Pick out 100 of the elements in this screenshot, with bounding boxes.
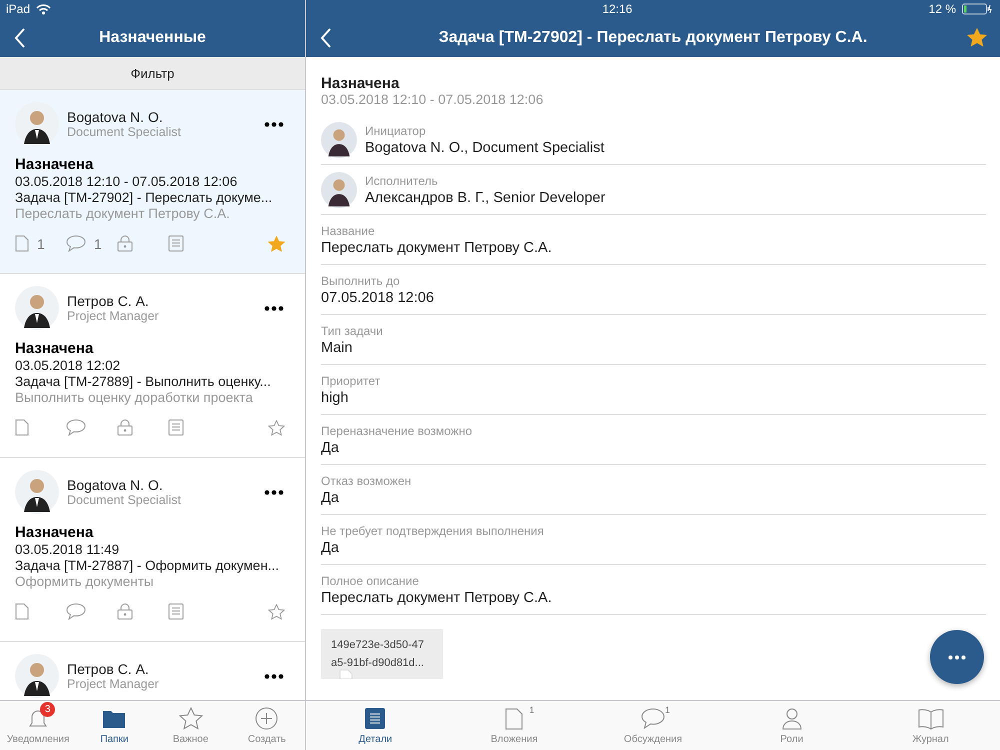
field-label: Отказ возможен (321, 474, 412, 488)
clock-time: 12:16 (602, 2, 632, 16)
field-value: Да (321, 490, 340, 506)
author-name: Петров С. А. (67, 661, 150, 677)
tab-bar-item[interactable]: Роли (722, 701, 862, 750)
task-status: Назначена (15, 156, 94, 173)
field-value: Bogatova N. O., Document Specialist (365, 140, 604, 156)
author-name: Петров С. А. (67, 293, 150, 309)
avatar-icon (15, 654, 59, 698)
task-dates: 03.05.2018 11:49 (15, 542, 120, 557)
comment-icon[interactable] (66, 603, 86, 620)
task-dates: 03.05.2018 12:10 - 07.05.2018 12:06 (15, 174, 238, 189)
more-icon[interactable] (264, 490, 284, 494)
comment-count: 1 (94, 236, 102, 252)
task-dates: 03.05.2018 12:02 (15, 358, 122, 373)
comment-icon[interactable] (66, 419, 86, 436)
avatar-icon (321, 172, 357, 208)
list-icon[interactable] (168, 603, 184, 620)
tab-bar-item[interactable]: 3 Уведомления (0, 701, 76, 750)
attachment-count: 1 (37, 236, 45, 252)
avatar-icon (321, 122, 357, 158)
person-icon (782, 708, 802, 730)
author-role: Project Manager (67, 309, 160, 323)
field-value: Переслать документ Петрову С.А. (321, 240, 552, 256)
more-icon[interactable] (264, 122, 284, 126)
field-label: Приоритет (321, 374, 380, 388)
star-icon[interactable] (268, 236, 285, 252)
task-subject: Задача [TM-27902] - Переслать докуме... (15, 190, 274, 205)
document-icon (505, 708, 524, 730)
star-icon (178, 707, 203, 730)
field-label: Инициатор (365, 124, 427, 138)
screen-title: Назначенные (99, 28, 206, 46)
task-subject: Задача [TM-27889] - Выполнить оценку... (15, 374, 272, 389)
star-icon[interactable] (268, 420, 285, 436)
task-title: Задача [TM-27902] - Переслать документ Петрову С.А. (438, 28, 868, 46)
filter-button[interactable]: Фильтр (0, 57, 305, 90)
field-value: Да (321, 540, 340, 556)
more-button[interactable] (930, 630, 984, 684)
task-description: Оформить документы (15, 574, 155, 589)
lock-icon[interactable] (117, 235, 133, 252)
avatar-icon (15, 102, 59, 146)
field-label: Исполнитель (365, 174, 439, 188)
avatar-icon (15, 470, 59, 514)
file-icon (339, 669, 353, 679)
field-label: Тип задачи (321, 324, 383, 338)
lock-icon[interactable] (117, 603, 133, 620)
lock-icon[interactable] (117, 419, 133, 436)
tab-bar-item[interactable]: 1 Вложения (444, 701, 584, 750)
task-subject: Задача [TM-27887] - Оформить докумен... (15, 558, 280, 573)
comment-icon[interactable] (66, 235, 86, 252)
back-icon[interactable] (320, 28, 332, 48)
file-name: 149e723e-3d50-47 (331, 639, 425, 651)
field-value: 07.05.2018 12:06 (321, 290, 434, 306)
field-value: Да (321, 440, 340, 456)
tab-bar-item[interactable]: Папки (76, 701, 152, 750)
device-name: iPad (6, 2, 30, 16)
comment-icon (640, 708, 665, 729)
field-label: Не требует подтверждения выполнения (321, 524, 544, 538)
field-value: Переслать документ Петрову С.А. (321, 590, 552, 606)
task-card[interactable]: Bogatova N. O. Document Specialist Назначена 03.05.2018 12:10 - 07.05.2018 12:06 Задача [TM-27902] - Переслать докуме... Переслать документ Петрову С.А. 1 1 (0, 90, 305, 274)
author-name: Bogatova N. O. (67, 109, 164, 125)
list-icon (365, 708, 386, 729)
folder-icon (102, 708, 126, 728)
wifi-icon (36, 4, 52, 14)
list-icon[interactable] (168, 419, 184, 436)
more-icon[interactable] (264, 306, 284, 310)
author-role: Document Specialist (67, 493, 182, 507)
star-icon[interactable] (268, 604, 285, 620)
tab-bar-item[interactable]: Детали (306, 701, 445, 750)
battery-icon (962, 3, 992, 15)
document-icon[interactable] (15, 419, 29, 436)
document-icon[interactable] (15, 235, 29, 252)
task-description: Выполнить оценку доработки проекта (15, 390, 254, 405)
field-value: Александров В. Г., Senior Developer (365, 190, 606, 206)
field-label: Название (321, 224, 376, 238)
battery-percent: 12 % (928, 2, 956, 16)
back-icon[interactable] (14, 28, 26, 48)
task-dates: 03.05.2018 12:10 - 07.05.2018 12:06 (321, 92, 544, 107)
avatar-icon (15, 286, 59, 330)
tab-bar-item[interactable]: 1 Обсуждения (584, 701, 722, 750)
task-status: Назначена (15, 340, 94, 357)
star-icon[interactable] (967, 28, 987, 47)
task-status: Назначена (15, 524, 94, 541)
notification-badge: 3 (40, 702, 56, 716)
more-icon[interactable] (264, 674, 284, 678)
tab-count: 1 (664, 704, 670, 714)
field-label: Выполнить до (321, 274, 401, 288)
attachment-tile[interactable]: 149e723e-3d50-47 a5-91bf-d90d81d... (321, 629, 443, 679)
document-icon[interactable] (15, 603, 29, 620)
list-icon[interactable] (168, 235, 184, 252)
author-role: Document Specialist (67, 125, 182, 139)
field-label: Полное описание (321, 574, 420, 588)
author-name: Bogatova N. O. (67, 477, 164, 493)
tab-bar-item[interactable]: Создать (228, 701, 305, 750)
file-name: a5-91bf-d90d81d... (331, 657, 425, 669)
tab-bar-item[interactable]: Важное (152, 701, 229, 750)
more-icon (948, 654, 966, 660)
add-icon (255, 707, 278, 730)
tab-bar-item[interactable]: Журнал (861, 701, 1000, 750)
task-description: Переслать документ Петрову С.А. (15, 206, 231, 221)
